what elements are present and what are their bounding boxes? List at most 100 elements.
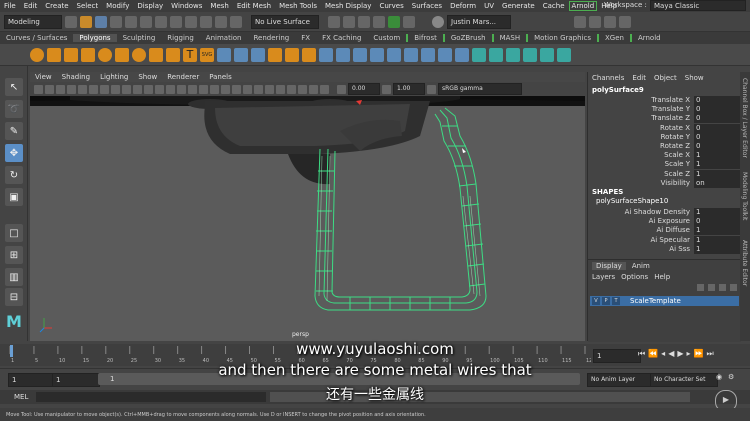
- render-settings-icon[interactable]: [358, 15, 370, 28]
- ipr-icon[interactable]: [343, 15, 355, 28]
- image-plane-icon[interactable]: [67, 84, 76, 94]
- quad-draw-icon[interactable]: [455, 47, 469, 62]
- menu-surfaces[interactable]: Surfaces: [408, 2, 446, 10]
- persp-outliner-layout-icon[interactable]: ▥: [5, 268, 23, 286]
- bookmarks-icon[interactable]: [56, 84, 65, 94]
- grease-pencil-icon[interactable]: [89, 84, 98, 94]
- shelf-tab-mash[interactable]: MASH: [491, 34, 527, 42]
- layer-tab-anim[interactable]: Anim: [628, 262, 654, 270]
- channel-menu-edit[interactable]: Edit: [628, 74, 650, 83]
- select-tool-icon[interactable]: ↖: [5, 78, 23, 96]
- shelf-tab-animation[interactable]: Animation: [200, 34, 248, 42]
- platonic-icon[interactable]: [149, 47, 163, 62]
- save-scene-icon[interactable]: [95, 15, 107, 28]
- four-pane-layout-icon[interactable]: ⊞: [5, 246, 23, 264]
- shelf-tab-rigging[interactable]: Rigging: [161, 34, 200, 42]
- target-weld-icon[interactable]: [438, 47, 452, 62]
- redo-icon[interactable]: [125, 15, 137, 28]
- shelf-tab-curves-surfaces[interactable]: Curves / Surfaces: [0, 34, 73, 42]
- move-layer-down-icon[interactable]: [708, 284, 715, 291]
- combine-icon[interactable]: [217, 47, 231, 62]
- bridge-icon[interactable]: [353, 47, 367, 62]
- smooth-icon[interactable]: [251, 47, 265, 62]
- fill-hole-icon[interactable]: [404, 47, 418, 62]
- viewport-menu-lighting[interactable]: Lighting: [95, 73, 133, 81]
- menu-modify[interactable]: Modify: [102, 2, 133, 10]
- shape-value-ai-sss[interactable]: 1: [694, 244, 740, 254]
- arnold-render-view-icon[interactable]: [403, 15, 415, 28]
- disc-icon[interactable]: [132, 47, 146, 62]
- viewport-menu-renderer[interactable]: Renderer: [162, 73, 204, 81]
- shelf-tab-polygons[interactable]: Polygons: [73, 34, 117, 42]
- side-tab-attribute-editor[interactable]: Attribute Editor: [741, 240, 748, 286]
- channel-menu-channels[interactable]: Channels: [588, 74, 628, 83]
- open-scene-icon[interactable]: [80, 15, 92, 28]
- layer-row[interactable]: V P T ScaleTemplate: [590, 296, 739, 306]
- textured-icon[interactable]: [210, 84, 219, 94]
- ambient-occlusion-icon[interactable]: [243, 84, 252, 94]
- channel-menu-object[interactable]: Object: [650, 74, 681, 83]
- sphere-icon[interactable]: [30, 47, 44, 62]
- layer-display-type-toggle[interactable]: T: [612, 297, 620, 305]
- shelf-tab-xgen[interactable]: XGen: [596, 34, 630, 42]
- menu-cache[interactable]: Cache: [539, 2, 569, 10]
- multi-cut-icon[interactable]: [421, 47, 435, 62]
- viewport-menu-show[interactable]: Show: [133, 73, 162, 81]
- menu-select[interactable]: Select: [73, 2, 103, 10]
- shadows-icon[interactable]: [232, 84, 241, 94]
- scale-tool-icon[interactable]: ▣: [5, 188, 23, 206]
- toggle-attribute-editor-icon[interactable]: [589, 15, 601, 28]
- append-polygon-icon[interactable]: [387, 47, 401, 62]
- smooth-shade-icon[interactable]: [188, 84, 197, 94]
- toggle-channel-box-icon[interactable]: [619, 15, 631, 28]
- shape-value-ai-exposure[interactable]: 0: [694, 217, 740, 227]
- channel-value-translate-x[interactable]: 0: [694, 96, 740, 105]
- channel-value-scale-z[interactable]: 1: [694, 169, 740, 179]
- menu-mesh[interactable]: Mesh: [206, 2, 232, 10]
- snap-curve-icon[interactable]: [200, 15, 212, 28]
- snap-point-icon[interactable]: [215, 15, 227, 28]
- side-tab-channel-box[interactable]: Channel Box / Layer Editor: [741, 78, 748, 158]
- new-layer-selected-icon[interactable]: [730, 284, 737, 291]
- snap-surface-icon[interactable]: [230, 15, 242, 28]
- perspective-viewport[interactable]: persp: [30, 96, 585, 341]
- menu-generate[interactable]: Generate: [498, 2, 539, 10]
- layer-menu-options[interactable]: Options: [621, 273, 648, 281]
- shelf-tab-rendering[interactable]: Rendering: [247, 34, 295, 42]
- menu-mesh-tools[interactable]: Mesh Tools: [275, 2, 321, 10]
- xray-icon[interactable]: [298, 84, 307, 94]
- layer-menu-help[interactable]: Help: [654, 273, 670, 281]
- menu-display[interactable]: Display: [133, 2, 167, 10]
- grid-toggle-icon[interactable]: [100, 84, 109, 94]
- mirror-icon[interactable]: [319, 47, 333, 62]
- exposure-field[interactable]: 0.00: [348, 83, 380, 95]
- bevel-icon[interactable]: [370, 47, 384, 62]
- plane-icon[interactable]: [115, 47, 129, 62]
- arnold-icon[interactable]: [388, 15, 400, 28]
- render-icon[interactable]: [328, 15, 340, 28]
- field-chart-icon[interactable]: [144, 84, 153, 94]
- gamma-icon[interactable]: [382, 84, 391, 94]
- use-all-lights-icon[interactable]: [221, 84, 230, 94]
- shelf-tab-gozbrush[interactable]: GoZBrush: [442, 34, 492, 42]
- layout-uv-icon[interactable]: [540, 47, 554, 62]
- shelf-tab-fx-caching[interactable]: FX Caching: [316, 34, 367, 42]
- menu-windows[interactable]: Windows: [167, 2, 206, 10]
- shape-value-ai-diffuse[interactable]: 1: [694, 226, 740, 236]
- torus-icon[interactable]: [98, 47, 112, 62]
- resolution-gate-icon[interactable]: [122, 84, 131, 94]
- boolean-union-icon[interactable]: [268, 47, 282, 62]
- lasso-tool-icon[interactable]: ➰: [5, 100, 23, 118]
- gamma-field[interactable]: 1.00: [393, 83, 425, 95]
- paint-select-tool-icon[interactable]: ✎: [5, 122, 23, 140]
- xray-components-icon[interactable]: [320, 84, 329, 94]
- text-icon[interactable]: T: [183, 47, 197, 62]
- channel-value-rotate-z[interactable]: 0: [694, 142, 740, 151]
- layer-visibility-toggle[interactable]: V: [592, 297, 600, 305]
- uv-editor-icon[interactable]: [506, 47, 520, 62]
- viewport-menu-panels[interactable]: Panels: [204, 73, 237, 81]
- menu-mesh-display[interactable]: Mesh Display: [321, 2, 375, 10]
- channel-value-translate-y[interactable]: 0: [694, 105, 740, 115]
- side-tab-modeling-toolkit[interactable]: Modeling Toolkit: [741, 172, 748, 220]
- xray-joints-icon[interactable]: [309, 84, 318, 94]
